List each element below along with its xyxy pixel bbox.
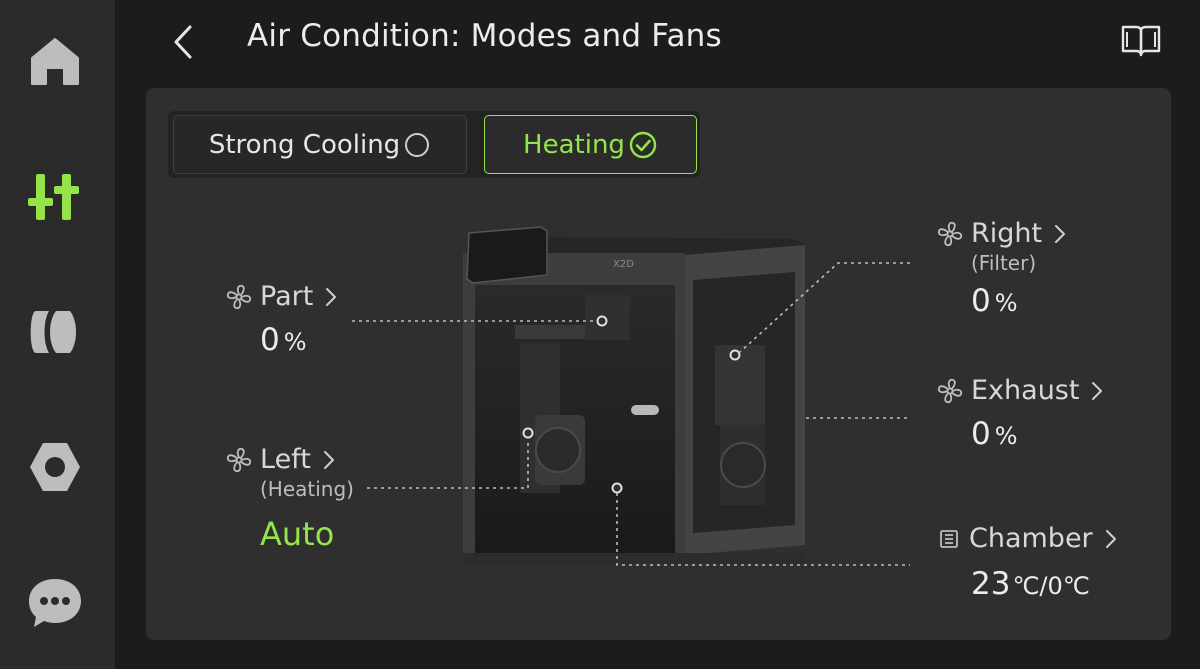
part-fan-speed: 0 bbox=[260, 322, 280, 358]
strong-cooling-label: Strong Cooling bbox=[208, 129, 401, 160]
strong-cooling-mode-button[interactable]: Strong Cooling bbox=[173, 115, 467, 174]
left-fan[interactable]: Left (Heating) Auto bbox=[226, 444, 354, 553]
mode-selector: Strong Cooling Heating bbox=[168, 111, 700, 178]
part-fan-label: Part bbox=[260, 281, 314, 312]
chevron-right-icon bbox=[1054, 224, 1066, 244]
filament-spool-icon bbox=[30, 311, 76, 353]
heating-label: Heating bbox=[523, 129, 625, 160]
sidebar-item-settings[interactable] bbox=[0, 412, 110, 522]
chamber-value: 23℃/0℃ bbox=[971, 566, 1117, 602]
fan-icon bbox=[937, 221, 963, 247]
chevron-left-icon bbox=[174, 25, 192, 59]
chamber-label: Chamber bbox=[969, 523, 1093, 554]
fan-icon bbox=[226, 447, 252, 473]
right-fan-unit: % bbox=[994, 289, 1018, 317]
right-fan-value: 0% bbox=[971, 283, 1066, 319]
printer-illustration: X2D bbox=[463, 226, 805, 563]
left-fan-sublabel: (Heating) bbox=[260, 477, 354, 501]
right-fan-label: Right bbox=[971, 218, 1043, 249]
sidebar-item-home[interactable] bbox=[0, 6, 110, 116]
sidebar-item-messages[interactable] bbox=[0, 548, 110, 658]
left-fan-label: Left bbox=[260, 444, 311, 475]
chamber-target-unit: ℃ bbox=[1062, 572, 1090, 600]
left-fan-value: Auto bbox=[260, 515, 335, 553]
back-button[interactable] bbox=[165, 20, 201, 64]
part-fan-value: 0% bbox=[260, 322, 337, 358]
chevron-right-icon bbox=[325, 287, 337, 307]
sidebar-item-filament[interactable] bbox=[0, 277, 110, 387]
guide-button[interactable] bbox=[1118, 20, 1164, 60]
chat-bubble-icon bbox=[29, 579, 81, 627]
book-icon bbox=[1121, 25, 1161, 57]
exhaust-fan[interactable]: Exhaust 0% bbox=[937, 375, 1103, 452]
chamber-temperature[interactable]: Chamber 23℃/0℃ bbox=[937, 523, 1117, 602]
chevron-right-icon bbox=[323, 450, 335, 470]
chevron-right-icon bbox=[1105, 529, 1117, 549]
check-circle-icon bbox=[628, 130, 658, 160]
chamber-current-temp: 23 bbox=[971, 566, 1011, 602]
right-fan[interactable]: Right (Filter) 0% bbox=[937, 218, 1066, 319]
fan-icon bbox=[937, 378, 963, 404]
heating-mode-button[interactable]: Heating bbox=[484, 115, 697, 174]
screen: Air Condition: Modes and Fans Strong Coo… bbox=[0, 0, 1200, 669]
exhaust-fan-unit: % bbox=[994, 422, 1018, 450]
fan-icon bbox=[226, 284, 252, 310]
hex-nut-icon bbox=[30, 443, 80, 491]
right-fan-speed: 0 bbox=[971, 283, 991, 319]
part-fan[interactable]: Part 0% bbox=[226, 281, 337, 358]
exhaust-fan-label: Exhaust bbox=[971, 375, 1080, 406]
exhaust-fan-value: 0% bbox=[971, 416, 1103, 452]
right-fan-sublabel: (Filter) bbox=[971, 251, 1037, 275]
part-fan-unit: % bbox=[283, 328, 307, 356]
home-icon bbox=[31, 38, 79, 85]
chamber-current-unit: ℃/ bbox=[1012, 572, 1048, 600]
page-title: Air Condition: Modes and Fans bbox=[247, 18, 722, 54]
radio-unchecked-icon bbox=[403, 131, 431, 159]
chamber-heater-icon bbox=[937, 527, 961, 551]
chamber-target-temp: 0 bbox=[1047, 572, 1063, 600]
sidebar bbox=[0, 0, 115, 669]
sliders-icon bbox=[28, 174, 79, 220]
printer-brand-mark: X2D bbox=[613, 259, 634, 270]
exhaust-fan-speed: 0 bbox=[971, 416, 991, 452]
sidebar-item-controls[interactable] bbox=[0, 142, 110, 252]
chevron-right-icon bbox=[1091, 381, 1103, 401]
